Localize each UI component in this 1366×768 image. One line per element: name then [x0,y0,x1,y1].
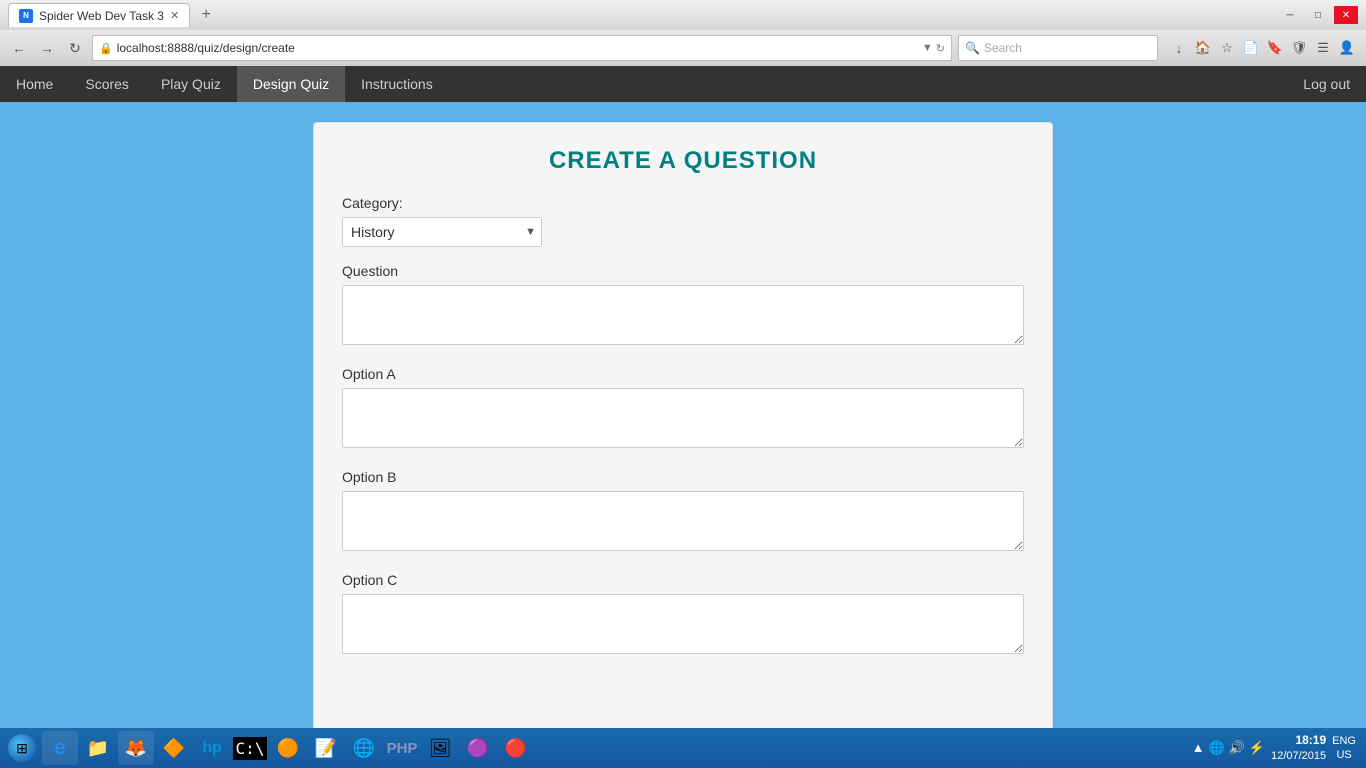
address-bar[interactable]: 🔒 localhost:8888/quiz/design/create ▼ ↻ [92,35,952,61]
maximize-button[interactable]: □ [1306,6,1330,24]
new-tab-button[interactable]: + [194,3,218,27]
form-title: CREATE A QUESTION [342,147,1024,175]
question-label: Question [342,263,1024,279]
taskbar: ⊞ e 📁 🦊 🔶 hp C:\ 🟠 📝 🌐 PHP 🖼 🟣 🔴 ▲ � [0,728,1366,768]
taskbar-notepad-icon[interactable]: 📝 [308,731,344,765]
option-b-group: Option B [342,469,1024,556]
locale-region: US [1336,748,1351,762]
close-button[interactable]: ✕ [1334,6,1358,24]
download-icon[interactable]: ↓ [1168,37,1190,59]
taskbar-folder-icon[interactable]: 📁 [80,731,116,765]
windows-logo-icon: ⊞ [8,734,36,762]
taskbar-ie-icon[interactable]: e [42,731,78,765]
reader-icon[interactable]: 📄 [1240,37,1262,59]
page-content: CREATE A QUESTION Category: History Scie… [0,102,1366,768]
tray-battery-icon[interactable]: ⚡ [1249,740,1265,756]
taskbar-hp-icon[interactable]: hp [194,731,230,765]
taskbar-image-viewer[interactable]: 🖼 [422,731,458,765]
search-box[interactable]: 🔍 Search [958,35,1158,61]
category-select[interactable]: History Science Math Geography Sports [342,217,542,247]
window-controls: ─ □ ✕ [1278,6,1358,24]
tab-favicon: N [19,9,33,23]
browser-tab[interactable]: N Spider Web Dev Task 3 ✕ [8,3,190,27]
taskbar-date: 12/07/2015 [1271,749,1326,763]
search-placeholder: Search [984,41,1022,55]
shield-icon[interactable]: 🛡 [1288,37,1310,59]
logout-button[interactable]: Log out [1287,66,1366,102]
category-group: Category: History Science Math Geography… [342,195,1024,247]
browser-chrome: N Spider Web Dev Task 3 ✕ + ─ □ ✕ ← → ↻ … [0,0,1366,66]
option-c-label: Option C [342,572,1024,588]
locale-lang: ENG [1332,734,1356,748]
tray-arrow-icon[interactable]: ▲ [1192,740,1205,755]
option-b-label: Option B [342,469,1024,485]
menu-icon[interactable]: ☰ [1312,37,1334,59]
back-button[interactable]: ← [8,37,30,59]
form-container: CREATE A QUESTION Category: History Scie… [313,122,1053,748]
option-c-textarea[interactable] [342,594,1024,654]
taskbar-xampp-icon[interactable]: 🟠 [270,731,306,765]
address-bar-icons: ▼ ↻ [922,42,945,55]
option-a-textarea[interactable] [342,388,1024,448]
taskbar-time[interactable]: 18:19 [1295,733,1326,749]
nav-play-quiz[interactable]: Play Quiz [145,66,237,102]
taskbar-firefox-icon[interactable]: 🦊 [118,731,154,765]
forward-button[interactable]: → [36,37,58,59]
nav-scores[interactable]: Scores [69,66,145,102]
tray-network-icon[interactable]: 🌐 [1209,740,1225,756]
tab-close-button[interactable]: ✕ [170,9,179,22]
option-b-textarea[interactable] [342,491,1024,551]
taskbar-purple-icon[interactable]: 🟣 [460,731,496,765]
dropdown-arrow-icon[interactable]: ▼ [922,42,933,55]
address-text[interactable]: localhost:8888/quiz/design/create [117,41,918,55]
pocket-icon[interactable]: 🔖 [1264,37,1286,59]
minimize-button[interactable]: ─ [1278,6,1302,24]
taskbar-vlc-icon[interactable]: 🔶 [156,731,192,765]
start-button[interactable]: ⊞ [4,731,40,765]
taskbar-right: ▲ 🌐 🔊 ⚡ 18:19 12/07/2015 ENG US [1192,733,1362,763]
nav-home[interactable]: Home [0,66,69,102]
browser-titlebar: N Spider Web Dev Task 3 ✕ + ─ □ ✕ [0,0,1366,30]
option-c-group: Option C [342,572,1024,659]
option-a-label: Option A [342,366,1024,382]
bookmark-icon[interactable]: ☆ [1216,37,1238,59]
reload-icon[interactable]: ↻ [936,42,945,55]
nav-instructions[interactable]: Instructions [345,66,449,102]
taskbar-cmd-icon[interactable]: C:\ [232,731,268,765]
tab-title: Spider Web Dev Task 3 [39,9,164,23]
option-a-group: Option A [342,366,1024,453]
question-group: Question [342,263,1024,350]
nav-menu: Home Scores Play Quiz Design Quiz Instru… [0,66,1366,102]
system-tray-icons: ▲ 🌐 🔊 ⚡ [1192,740,1265,756]
taskbar-red-icon[interactable]: 🔴 [498,731,534,765]
tray-volume-icon[interactable]: 🔊 [1229,740,1245,756]
toolbar-icons: ↓ 🏠 ☆ 📄 🔖 🛡 ☰ 👤 [1168,37,1358,59]
profile-icon[interactable]: 👤 [1336,37,1358,59]
taskbar-chrome-icon[interactable]: 🌐 [346,731,382,765]
home-icon[interactable]: 🏠 [1192,37,1214,59]
address-icon: 🔒 [99,42,113,55]
taskbar-php-icon[interactable]: PHP [384,731,420,765]
nav-design-quiz[interactable]: Design Quiz [237,66,345,102]
question-textarea[interactable] [342,285,1024,345]
refresh-button[interactable]: ↻ [64,37,86,59]
category-select-wrapper: History Science Math Geography Sports ▼ [342,217,542,247]
search-icon: 🔍 [965,41,980,55]
category-label: Category: [342,195,1024,211]
browser-addressbar: ← → ↻ 🔒 localhost:8888/quiz/design/creat… [0,30,1366,66]
